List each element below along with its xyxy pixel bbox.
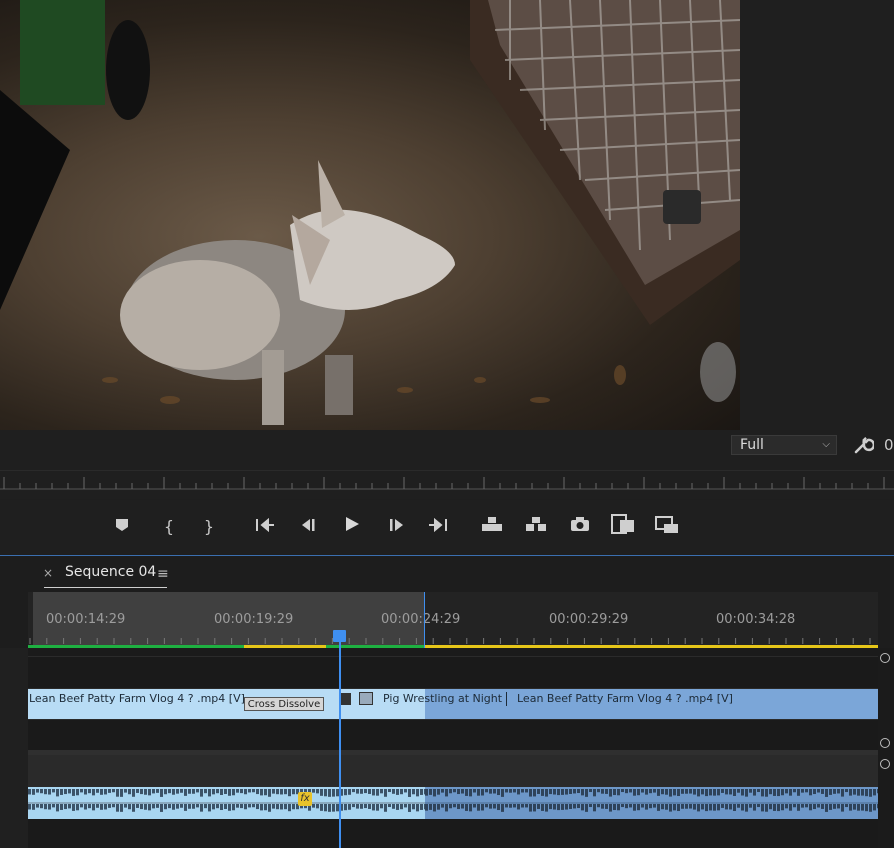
work-area-end-marker <box>424 592 425 648</box>
overwrite-icon <box>655 514 679 538</box>
timecode-label: 00:00:19:29 <box>214 612 294 627</box>
timecode-label: 00:00:29:29 <box>549 612 629 627</box>
cross-dissolve-transition[interactable]: Cross Dissolve <box>244 697 324 711</box>
scroll-handle[interactable] <box>880 738 890 748</box>
step-back-button[interactable] <box>295 513 321 539</box>
scroll-handle[interactable] <box>880 759 890 769</box>
active-tab-underline <box>44 587 167 588</box>
monitor-time-ruler[interactable] <box>0 470 894 499</box>
marker-icon <box>115 517 129 536</box>
insert-icon <box>611 514 635 538</box>
video-frame-image <box>0 0 740 425</box>
program-monitor-video <box>0 0 740 430</box>
step-forward-button[interactable] <box>384 513 410 539</box>
go-to-in-icon <box>255 517 275 536</box>
mark-in-icon: { <box>163 516 175 536</box>
video-track-empty[interactable] <box>28 720 878 750</box>
track-spacer <box>28 648 878 656</box>
insert-button[interactable] <box>610 513 636 539</box>
wrench-settings-icon[interactable] <box>852 434 876 456</box>
audio-track-a1[interactable] <box>28 755 878 787</box>
play-icon <box>344 516 360 536</box>
timecode-label: 00:00:34:28 <box>716 612 796 627</box>
add-marker-button[interactable] <box>109 513 135 539</box>
extract-button[interactable] <box>523 513 549 539</box>
track-headers <box>0 648 28 848</box>
mark-out-button[interactable]: } <box>196 513 222 539</box>
overwrite-button[interactable] <box>654 513 680 539</box>
fx-icon <box>340 693 351 705</box>
zoom-level-value: Full <box>740 437 764 453</box>
audio-track-empty[interactable] <box>28 819 878 848</box>
timecode-label: 00:00:14:29 <box>46 612 126 627</box>
tab-menu-icon[interactable]: ≡ <box>157 566 169 582</box>
mark-in-button[interactable]: { <box>156 513 182 539</box>
scroll-handle[interactable] <box>880 653 890 663</box>
lift-icon <box>481 516 503 536</box>
video-track-v2[interactable] <box>28 656 878 689</box>
step-forward-icon <box>389 517 405 536</box>
play-button[interactable] <box>339 513 365 539</box>
timecode-label: 00:00:24:29 <box>381 612 461 627</box>
monitor-empty-area <box>740 0 894 430</box>
playback-resolution-dropdown[interactable]: 0 <box>884 436 894 454</box>
clip-separator <box>506 692 507 706</box>
chevron-down-icon: ⌵ <box>822 439 830 450</box>
audio-clip[interactable] <box>28 787 427 819</box>
tab-close-icon[interactable]: × <box>43 566 53 580</box>
camera-icon <box>570 516 590 536</box>
audio-clip-selected[interactable] <box>425 787 880 819</box>
clip-title: Pig Wrestling at Night <box>383 692 503 705</box>
go-to-out-icon <box>428 517 448 536</box>
sequence-tab-title[interactable]: Sequence 04 <box>65 564 156 580</box>
clip-label: Lean Beef Patty Farm Vlog 4 ? .mp4 [V] <box>29 692 245 705</box>
step-back-icon <box>300 517 316 536</box>
playhead-handle[interactable] <box>333 630 346 642</box>
extract-icon <box>525 516 547 536</box>
nested-sequence-icon <box>359 692 373 705</box>
go-to-in-button[interactable] <box>252 513 278 539</box>
ruler-ticks <box>29 638 871 644</box>
clip-label: Lean Beef Patty Farm Vlog 4 ? .mp4 [V] <box>517 692 733 705</box>
mark-out-icon: } <box>203 516 215 536</box>
export-frame-button[interactable] <box>567 513 593 539</box>
zoom-level-dropdown[interactable]: Full ⌵ <box>731 435 837 455</box>
go-to-out-button[interactable] <box>425 513 451 539</box>
playhead-line <box>339 630 341 848</box>
vertical-zoom-scrollbar[interactable] <box>878 648 894 848</box>
audio-transition-fx-badge[interactable]: fx <box>298 792 312 806</box>
lift-button[interactable] <box>479 513 505 539</box>
